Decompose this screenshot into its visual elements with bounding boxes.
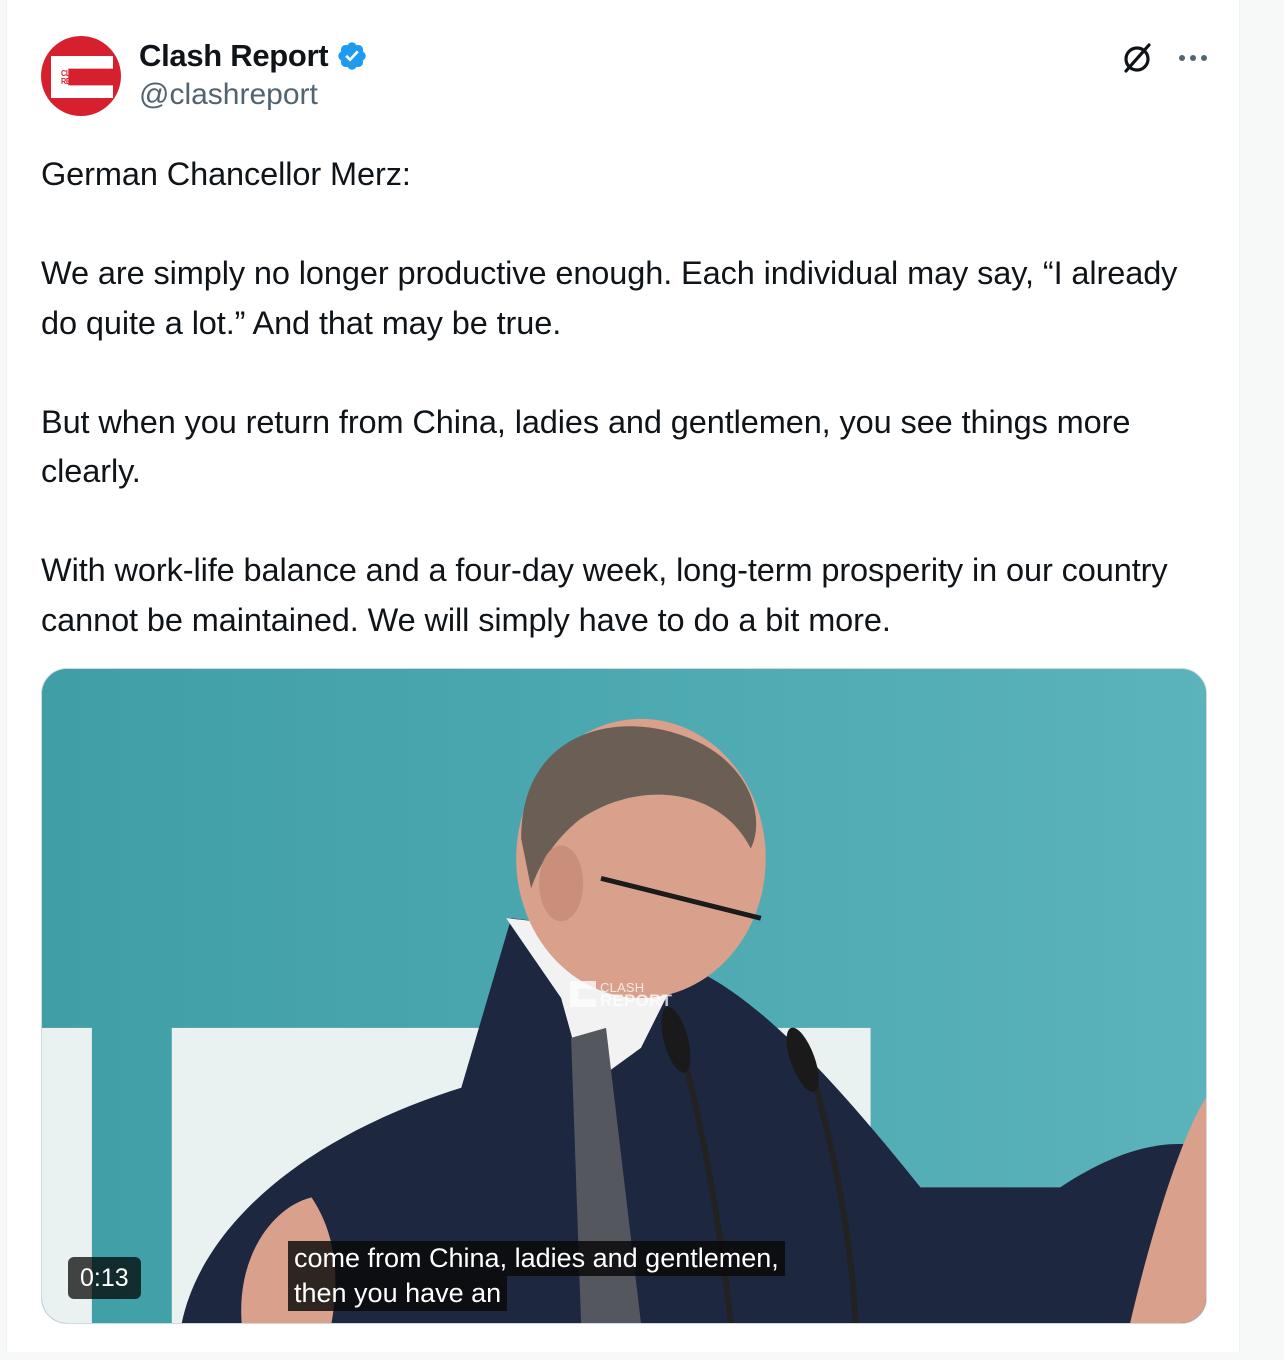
video-watermark: CLASH REPORT [570, 981, 673, 1010]
watermark-logo-mark [570, 981, 596, 1007]
tweet-text: German Chancellor Merz: We are simply no… [41, 150, 1211, 645]
watermark-logo-text: CLASH REPORT [600, 981, 673, 1010]
author-display-name[interactable]: Clash Report [139, 38, 329, 74]
video-duration-badge: 0:13 [68, 1257, 141, 1299]
video-player[interactable]: CLASH REPORT 0:13 come from China, ladie… [41, 668, 1207, 1324]
subtitle-line: come from China, ladies and gentlemen, [288, 1241, 785, 1276]
more-options-icon[interactable] [1173, 38, 1213, 78]
subtitle-line: then you have an [288, 1276, 508, 1311]
tweet-paragraph: We are simply no longer productive enoug… [41, 255, 1178, 341]
tweet-card[interactable]: CLASH REPORT Clash Report @clashreport G… [6, 0, 1240, 1352]
video-subtitles: come from China, ladies and gentlemen, t… [288, 1241, 785, 1311]
author-name-row: Clash Report [139, 36, 368, 76]
avatar-logo-text: CLASH REPORT [61, 70, 90, 86]
avatar[interactable]: CLASH REPORT [41, 36, 121, 116]
tweet-paragraph: German Chancellor Merz: [41, 156, 411, 192]
avatar-text-line2: REPORT [61, 77, 90, 86]
verified-badge-icon [338, 42, 366, 70]
tweet-paragraph: With work-life balance and a four-day we… [41, 552, 1168, 638]
grok-icon[interactable] [1117, 38, 1157, 78]
watermark-line2: REPORT [600, 991, 673, 1010]
author-handle[interactable]: @clashreport [139, 78, 318, 112]
tweet-paragraph: But when you return from China, ladies a… [41, 403, 1131, 490]
